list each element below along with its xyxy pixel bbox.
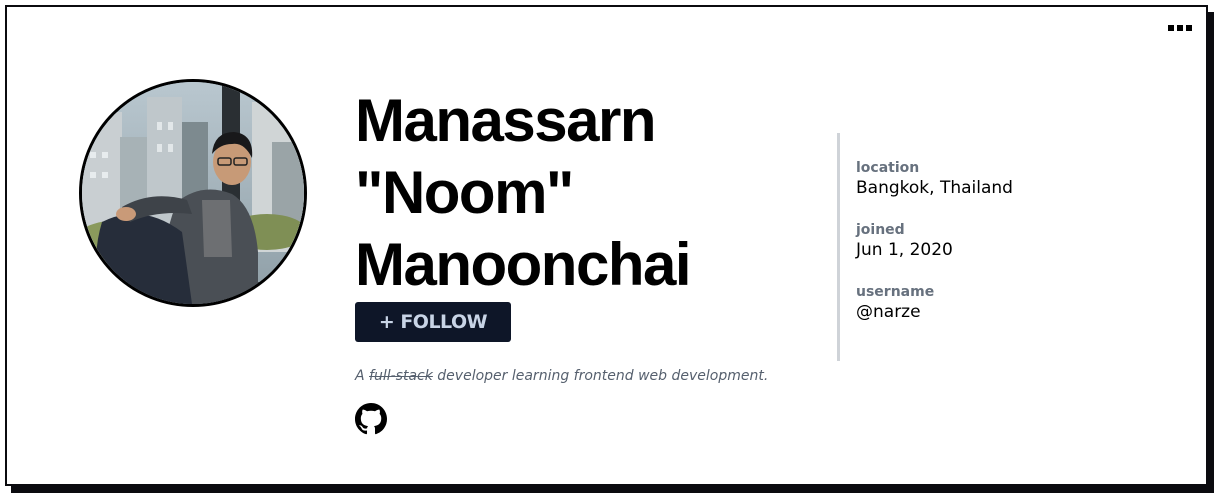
github-icon	[355, 403, 387, 435]
detail-label: joined	[856, 222, 905, 238]
detail-label: username	[856, 284, 935, 300]
more-options-icon-dot	[1186, 25, 1192, 31]
plus-icon: +	[378, 311, 395, 333]
more-options-icon-dot	[1177, 25, 1183, 31]
avatar	[79, 79, 307, 307]
bio-prefix: A	[355, 368, 370, 384]
more-options-button[interactable]	[1168, 21, 1192, 35]
detail-value: Bangkok, Thailand	[856, 178, 1013, 198]
detail-value: Jun 1, 2020	[856, 240, 953, 260]
bio-struck-text: full-stack	[369, 368, 433, 384]
profile-name: Manassarn "Noom" Manoonchai	[355, 87, 692, 298]
detail-value: @narze	[856, 302, 921, 322]
bio-suffix: developer learning frontend web developm…	[432, 368, 769, 384]
detail-username: username @narze	[856, 283, 1176, 323]
profile-bio: A full-stack developer learning frontend…	[355, 368, 768, 384]
follow-button[interactable]: + FOLLOW	[355, 302, 511, 342]
details-divider	[837, 133, 840, 361]
detail-label: location	[856, 160, 920, 176]
github-link[interactable]	[355, 403, 387, 435]
profile-details: location Bangkok, Thailand joined Jun 1,…	[856, 159, 1176, 345]
profile-card: Manassarn "Noom" Manoonchai + FOLLOW A f…	[5, 5, 1208, 486]
detail-location: location Bangkok, Thailand	[856, 159, 1176, 199]
follow-button-label: FOLLOW	[400, 311, 488, 333]
detail-joined: joined Jun 1, 2020	[856, 221, 1176, 261]
avatar-photo	[82, 82, 304, 304]
more-options-icon	[1168, 25, 1174, 31]
